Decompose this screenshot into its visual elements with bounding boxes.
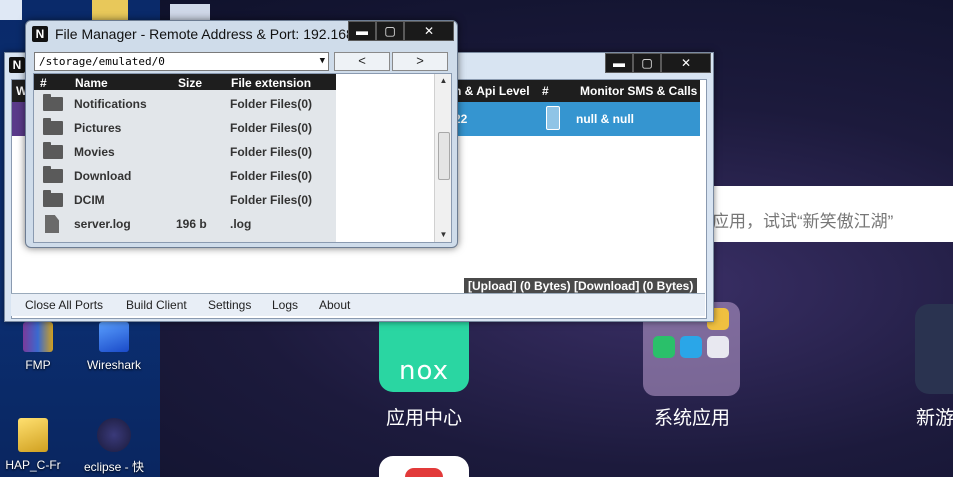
col-header-name[interactable]: Name <box>75 76 108 90</box>
app-icon-partial[interactable] <box>379 456 469 477</box>
menu-item-settings[interactable]: Settings <box>208 298 251 312</box>
folder-icon <box>43 190 63 207</box>
col-header-extension[interactable]: File extension <box>231 76 311 90</box>
table-row[interactable]: server.log 196 b .log <box>34 212 336 236</box>
scrollbar-thumb[interactable] <box>438 132 450 180</box>
menu-item-about[interactable]: About <box>319 298 350 312</box>
minimize-button[interactable]: ▬ <box>348 21 376 41</box>
file-list-body: Notifications Folder Files(0) Pictures F… <box>34 90 336 242</box>
table-row[interactable]: Pictures Folder Files(0) <box>34 116 336 140</box>
file-name: Movies <box>74 145 115 159</box>
file-extension: .log <box>230 217 252 231</box>
app-label-game: 新游 <box>916 408 953 429</box>
desktop-icon-eclipse[interactable]: eclipse - 快 <box>78 418 150 475</box>
table-row[interactable]: Download Folder Files(0) <box>34 164 336 188</box>
desktop-icon-wireshark[interactable]: Wireshark <box>80 322 148 372</box>
desktop-icon-label: FMP <box>25 358 51 372</box>
table-row[interactable]: Movies Folder Files(0) <box>34 140 336 164</box>
file-manager-title: File Manager - Remote Address & Port: 19… <box>55 26 358 42</box>
folder-icon <box>43 94 63 111</box>
col-header-index[interactable]: # <box>40 76 47 90</box>
desktop-icon-hap[interactable]: HAP_C-Fr <box>0 418 66 472</box>
close-button[interactable]: ✕ <box>661 53 711 73</box>
folder-icon <box>43 118 63 135</box>
col-header-monitor[interactable]: Monitor SMS & Calls <box>580 84 697 98</box>
file-name: Download <box>74 169 132 183</box>
file-icon <box>45 215 59 233</box>
red-circle-icon <box>405 468 443 477</box>
minimize-button[interactable]: ▬ <box>605 53 633 73</box>
file-extension: Folder Files(0) <box>230 97 313 111</box>
table-row[interactable]: DCIM Folder Files(0) <box>34 188 336 212</box>
desktop-icon-label: HAP_C-Fr <box>5 458 61 472</box>
forward-button[interactable]: > <box>392 52 448 71</box>
app-tile-icon <box>680 336 702 358</box>
emulator-banner-text: 应用，试试“新笑傲江湖” <box>712 212 894 231</box>
maximize-button[interactable]: ▢ <box>633 53 661 73</box>
desktop-icon-fmp[interactable]: FMP <box>8 322 68 372</box>
table-row[interactable]: Notifications Folder Files(0) <box>34 92 336 116</box>
file-extension: Folder Files(0) <box>230 145 313 159</box>
wireshark-icon <box>99 322 129 352</box>
scroll-down-icon[interactable]: ▼ <box>435 228 451 242</box>
desktop-icon-partial[interactable] <box>0 0 22 20</box>
file-list: # Name Size File extension Notifications… <box>33 73 452 243</box>
folder-icon <box>43 142 63 159</box>
menu-item-logs[interactable]: Logs <box>272 298 298 312</box>
menu-bar: Close All Ports Build Client Settings Lo… <box>11 293 705 316</box>
menu-item-build-client[interactable]: Build Client <box>126 298 187 312</box>
file-size: 196 b <box>176 217 207 231</box>
chevron-down-icon[interactable]: ▼ <box>320 53 325 70</box>
folder-doc-icon <box>18 418 48 452</box>
app-logo-icon: N <box>32 26 48 42</box>
menu-item-close-all-ports[interactable]: Close All Ports <box>25 298 103 312</box>
app-logo-icon: N <box>9 57 25 73</box>
path-dropdown[interactable]: /storage/emulated/0 ▼ <box>34 52 329 71</box>
file-name: server.log <box>74 217 131 231</box>
col-header-size[interactable]: Size <box>178 76 202 90</box>
file-manager-window: N File Manager - Remote Address & Port: … <box>25 20 458 248</box>
file-extension: Folder Files(0) <box>230 121 313 135</box>
close-button[interactable]: ✕ <box>404 21 454 41</box>
col-header-api[interactable]: n & Api Level <box>454 84 530 98</box>
folder-icon <box>43 166 63 183</box>
file-name: Pictures <box>74 121 122 135</box>
desktop-icon-label: Wireshark <box>86 358 141 372</box>
app-label-center: 应用中心 <box>385 408 462 429</box>
file-list-header: # Name Size File extension <box>34 74 336 90</box>
file-name: DCIM <box>74 193 105 207</box>
archive-icon <box>23 322 53 352</box>
maximize-button[interactable]: ▢ <box>376 21 404 41</box>
desktop-icon-label: eclipse - 快 <box>83 460 145 474</box>
file-extension: Folder Files(0) <box>230 169 313 183</box>
path-value: /storage/emulated/0 <box>39 55 165 68</box>
client-monitor: null & null <box>576 112 634 126</box>
file-list-empty-area <box>336 74 434 242</box>
back-button[interactable]: < <box>334 52 390 71</box>
vertical-scrollbar[interactable]: ▲ ▼ <box>434 74 451 242</box>
desktop-icon-partial[interactable] <box>92 0 128 20</box>
file-name: Notifications <box>74 97 147 111</box>
eclipse-icon <box>97 418 131 452</box>
emulator-search-banner[interactable]: 应用，试试“新笑傲江湖” <box>706 186 953 242</box>
scroll-up-icon[interactable]: ▲ <box>435 74 451 88</box>
app-tile-icon <box>707 336 729 358</box>
nox-app-center-icon[interactable]: nox <box>379 318 469 392</box>
app-label-system: 系统应用 <box>653 408 730 429</box>
app-tile-icon <box>653 336 675 358</box>
phone-icon <box>546 106 560 130</box>
nox-logo-text: nox <box>399 356 449 386</box>
file-extension: Folder Files(0) <box>230 193 313 207</box>
desktop-icon-partial[interactable] <box>170 4 210 20</box>
col-header-hash[interactable]: # <box>542 84 549 98</box>
game-app-icon[interactable] <box>915 304 953 394</box>
